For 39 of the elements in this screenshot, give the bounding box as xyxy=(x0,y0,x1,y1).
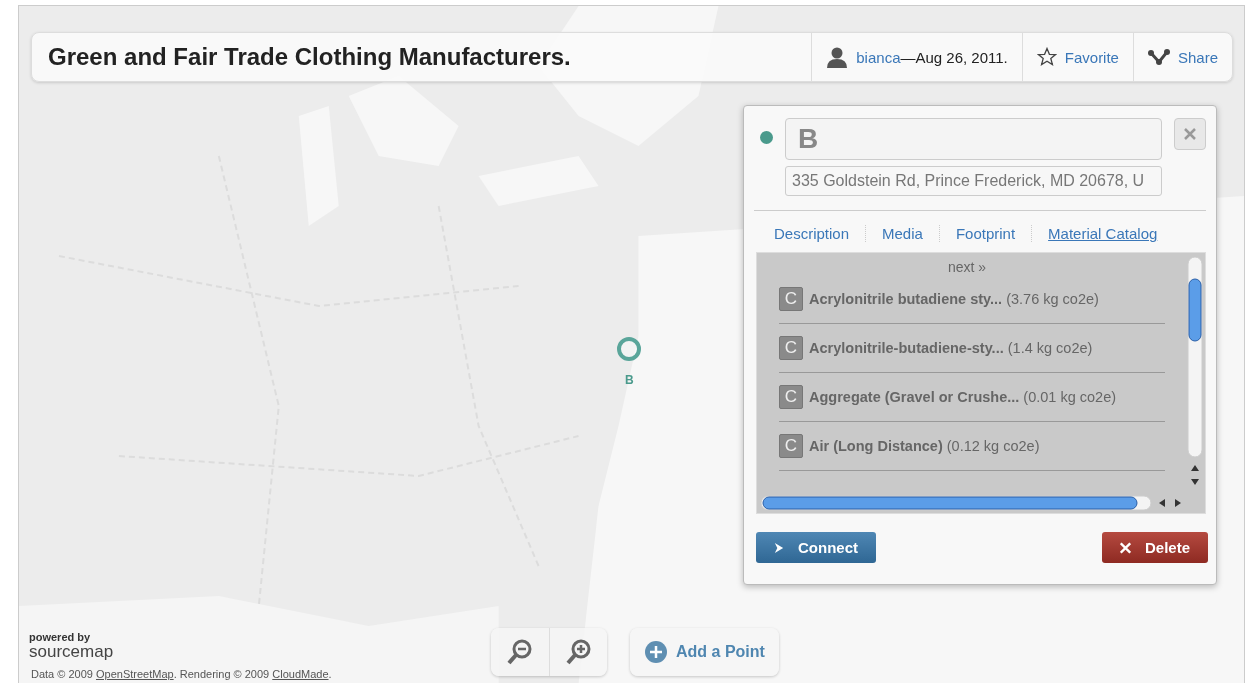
category-badge: C xyxy=(779,287,803,311)
star-icon xyxy=(1036,47,1057,67)
author-date: bianca—Aug 26, 2011. xyxy=(856,48,1008,66)
close-icon[interactable] xyxy=(1174,118,1206,150)
tab[interactable]: Description xyxy=(754,225,866,242)
tab[interactable]: Footprint xyxy=(938,225,1032,242)
map-marker[interactable] xyxy=(617,337,641,361)
powered-by-label: powered by xyxy=(29,632,92,643)
map-attribution: Data © 2009 OpenStreetMap. Rendering © 2009 CloudMade. xyxy=(31,668,332,680)
address-field[interactable]: 335 Goldstein Rd, Prince Frederick, MD 20678, U xyxy=(785,166,1162,196)
connect-button[interactable]: Connect xyxy=(756,532,876,563)
tab[interactable]: Media xyxy=(865,225,939,242)
x-icon xyxy=(1120,540,1131,555)
delete-button[interactable]: Delete xyxy=(1102,532,1208,563)
author-link[interactable]: bianca xyxy=(856,48,901,66)
material-item[interactable]: Air (Long Distance) (0.12 kg co2e) xyxy=(809,438,1040,454)
attribution-link[interactable]: OpenStreetMap xyxy=(96,668,174,680)
name-field[interactable]: B xyxy=(785,118,1162,160)
material-item[interactable]: Acrylonitrile butadiene sty... (3.76 kg co2e) xyxy=(809,291,1099,307)
marker-label: B xyxy=(625,373,634,387)
category-badge: C xyxy=(779,385,803,409)
brand-name: sourcemap xyxy=(29,643,114,660)
plus-icon xyxy=(644,640,668,664)
category-badge: C xyxy=(779,434,803,458)
material-item[interactable]: Aggregate (Gravel or Crushe... (0.01 kg co2e) xyxy=(809,389,1117,405)
arrow-icon xyxy=(774,540,784,555)
zoom-out-icon xyxy=(506,638,534,666)
attribution-link[interactable]: CloudMade xyxy=(272,668,329,680)
share-link[interactable]: Share xyxy=(1177,48,1218,66)
zoom-in-icon xyxy=(564,638,593,666)
category-badge: C xyxy=(779,336,803,360)
next-link[interactable]: next » xyxy=(947,259,987,275)
tab[interactable]: Material Catalog xyxy=(1031,225,1174,242)
map-title: Green and Fair Trade Clothing Manufacturers. xyxy=(47,43,572,71)
material-item[interactable]: Acrylonitrile-butadiene-sty... (1.4 kg co2e) xyxy=(809,340,1093,356)
share-icon xyxy=(1147,49,1170,65)
user-icon xyxy=(826,46,849,68)
add-point-button[interactable]: Add a Point xyxy=(630,628,779,676)
favorite-link[interactable]: Favorite xyxy=(1064,48,1119,66)
